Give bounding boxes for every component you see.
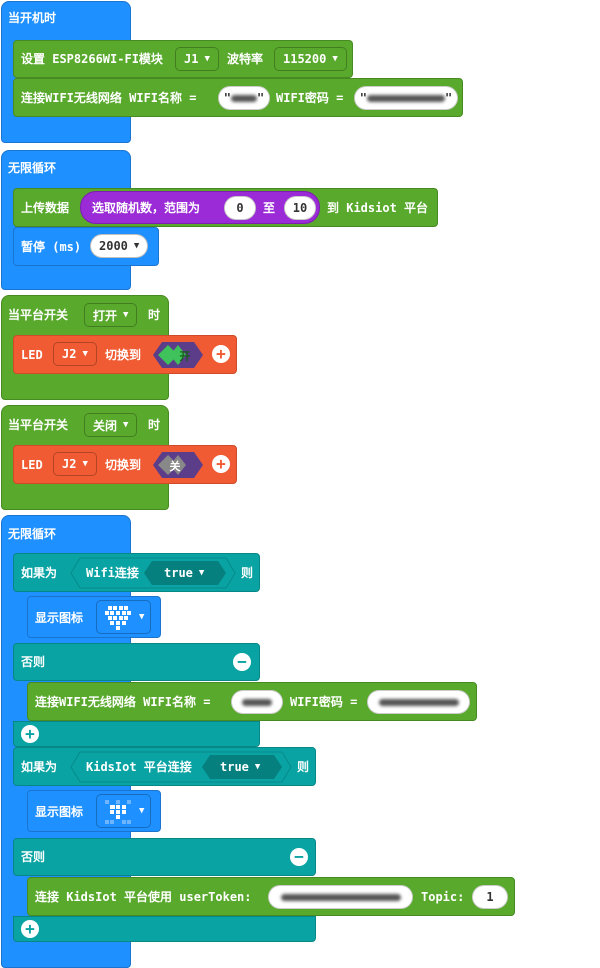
else-2-block[interactable] <box>13 838 316 876</box>
else-block[interactable] <box>13 643 260 681</box>
random-min-field[interactable]: 0 <box>224 196 256 220</box>
chevron-down-icon: ▼ <box>139 612 145 622</box>
user-token-field[interactable] <box>268 885 413 909</box>
switch-off-prefix: 当平台开关 <box>8 418 69 432</box>
pause-value: 2000 <box>99 239 128 253</box>
show-icon-label: 显示图标 <box>35 611 84 625</box>
if-2-footer <box>13 916 316 942</box>
minus-icon[interactable]: − <box>233 653 251 671</box>
module-pin-dropdown[interactable]: J1 ▼ <box>175 47 219 71</box>
switch-to-label: 切换到 <box>105 458 142 472</box>
small-heart-icon <box>103 796 133 826</box>
wifi-ssid-2-field[interactable] <box>231 690 283 714</box>
led-pin-dropdown[interactable]: J2 ▼ <box>53 342 97 366</box>
wifi-password-field[interactable]: " " <box>354 86 458 110</box>
switch-off-dropdown[interactable]: 关闭 ▼ <box>84 413 138 437</box>
led-pin-dropdown[interactable]: J2 ▼ <box>53 452 97 476</box>
then-2-label: 则 <box>297 760 310 774</box>
show-icon-2-label: 显示图标 <box>35 805 84 819</box>
add-icon[interactable]: + <box>212 455 230 473</box>
else-label: 否则 <box>21 655 46 669</box>
topic-value: 1 <box>486 890 494 904</box>
baud-label: 波特率 <box>227 52 264 66</box>
wifi-true-dropdown[interactable]: true ▼ <box>156 561 212 585</box>
pause-label: 暂停 (ms) <box>21 240 82 254</box>
minus-icon[interactable]: − <box>290 848 308 866</box>
wifi-connect-2-label: 连接WIFI无线网络 WIFI名称 = <box>35 695 211 709</box>
add-icon[interactable]: + <box>21 725 39 743</box>
baud-rate-dropdown[interactable]: 115200 ▼ <box>274 47 347 71</box>
heart-icon <box>103 602 133 632</box>
forever-label: 无限循环 <box>8 161 57 175</box>
wifi-password-2-label: WIFI密码 = <box>290 695 358 709</box>
then-label: 则 <box>241 566 254 580</box>
chevron-down-icon: ▼ <box>82 349 88 359</box>
wifi-true-value: true <box>164 566 193 580</box>
chevron-down-icon: ▼ <box>254 762 261 772</box>
switch-on-value: 打开 <box>93 308 118 323</box>
on-start-label: 当开机时 <box>8 11 57 25</box>
quote-open: " <box>223 91 231 105</box>
led-label: LED <box>21 458 43 472</box>
heart-icon-dropdown[interactable]: ▼ <box>96 600 152 634</box>
led-pin-value: J2 <box>62 347 77 361</box>
quote-close: " <box>257 91 265 105</box>
wifi-connected-label: Wifi连接 <box>86 566 139 580</box>
wifi-ssid-field[interactable]: " " <box>218 86 270 110</box>
quote-close: " <box>445 91 453 105</box>
upload-data-label: 上传数据 <box>21 201 70 215</box>
add-icon[interactable]: + <box>212 345 230 363</box>
forever-2-label: 无限循环 <box>8 527 57 541</box>
switch-off-suffix: 时 <box>148 418 161 432</box>
kidsiot-true-value: true <box>220 760 249 774</box>
kidsiot-true-dropdown[interactable]: true ▼ <box>212 755 268 779</box>
switch-on-dropdown[interactable]: 打开 ▼ <box>84 303 138 327</box>
topic-field[interactable]: 1 <box>472 885 508 909</box>
pause-value-dropdown[interactable]: 2000 ▼ <box>90 234 149 258</box>
wifi-connect-label: 连接WIFI无线网络 WIFI名称 = <box>21 91 197 105</box>
wifi-password-label: WIFI密码 = <box>276 91 344 105</box>
led-pin-value: J2 <box>62 457 77 471</box>
state-on-value: 开 <box>179 350 191 363</box>
heart-small-icon-dropdown[interactable]: ▼ <box>96 794 152 828</box>
if-2-label: 如果为 <box>21 760 58 774</box>
chevron-down-icon: ▼ <box>82 459 88 469</box>
chevron-down-icon: ▼ <box>204 54 210 64</box>
chevron-down-icon: ▼ <box>198 568 205 578</box>
random-max-field[interactable]: 10 <box>284 196 316 220</box>
random-to-label: 至 <box>263 201 276 215</box>
else-2-label: 否则 <box>21 850 46 864</box>
platform-label: 到 Kidsiot 平台 <box>327 201 429 215</box>
wifi-password-2-field[interactable] <box>367 690 470 714</box>
switch-to-label: 切换到 <box>105 348 142 362</box>
baud-rate-value: 115200 <box>283 52 327 66</box>
chevron-down-icon: ▼ <box>123 420 129 430</box>
module-pin-value: J1 <box>184 52 199 66</box>
add-icon[interactable]: + <box>21 920 39 938</box>
chevron-down-icon: ▼ <box>123 310 129 320</box>
kidsiot-connected-label: KidsIot 平台连接 <box>86 760 192 774</box>
topic-label: Topic: <box>421 890 465 904</box>
kidsiot-connect-label: 连接 KidsIot 平台使用 userToken: <box>35 890 252 904</box>
chevron-down-icon: ▼ <box>332 54 338 64</box>
random-label: 选取随机数，范围为 <box>92 201 201 215</box>
if-1-footer <box>13 721 260 747</box>
quote-open: " <box>359 91 367 105</box>
chevron-down-icon: ▼ <box>133 241 140 251</box>
switch-on-prefix: 当平台开关 <box>8 308 69 322</box>
led-label: LED <box>21 348 43 362</box>
switch-on-suffix: 时 <box>148 308 161 322</box>
state-off-value: 关 <box>169 460 181 473</box>
esp8266-setup-label: 设置 ESP8266WI-FI模块 <box>21 52 163 66</box>
if-label: 如果为 <box>21 566 58 580</box>
switch-off-value: 关闭 <box>93 418 118 433</box>
chevron-down-icon: ▼ <box>139 806 145 816</box>
